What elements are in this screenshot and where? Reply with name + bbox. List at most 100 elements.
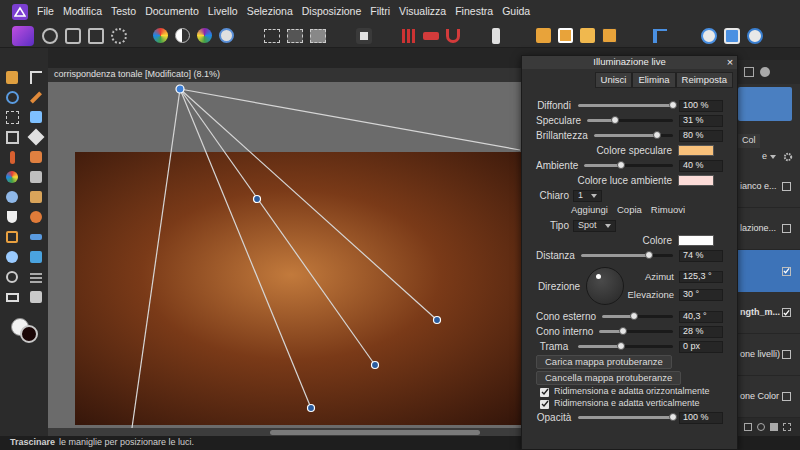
- tool-button[interactable]: [5, 130, 19, 144]
- tool-icon[interactable]: [175, 28, 190, 43]
- slider-knob[interactable]: [617, 161, 625, 169]
- tool-icon[interactable]: [558, 28, 573, 43]
- tool-icon[interactable]: [653, 29, 667, 43]
- tool-icon[interactable]: [310, 29, 326, 43]
- slider-track[interactable]: [602, 315, 673, 318]
- menu-item[interactable]: Finestra: [455, 4, 493, 20]
- tool-button[interactable]: [5, 250, 19, 264]
- slider-knob[interactable]: [669, 101, 677, 109]
- layer-row[interactable]: one Color: [738, 376, 800, 418]
- direction-handle[interactable]: [596, 274, 601, 279]
- menu-item[interactable]: Guida: [502, 4, 530, 20]
- panel-header[interactable]: Illuminazione live×: [522, 56, 737, 69]
- tool-button[interactable]: [5, 110, 19, 124]
- slider-track[interactable]: [581, 254, 673, 257]
- layer-name[interactable]: ianco e...: [740, 180, 777, 194]
- value-field[interactable]: 74 %: [679, 250, 723, 262]
- panel-button[interactable]: Carica mappa protuberanze: [536, 355, 672, 369]
- panel-button[interactable]: Cancella mappa protuberanze: [536, 371, 681, 385]
- layer-visibility-checkbox[interactable]: [782, 267, 791, 276]
- tool-button[interactable]: [5, 70, 19, 84]
- tool-icon[interactable]: [287, 29, 303, 43]
- menu-item[interactable]: Visualizza: [399, 4, 446, 20]
- layer-action-icon[interactable]: [783, 423, 791, 431]
- app-icon[interactable]: [12, 4, 28, 20]
- tool-icon[interactable]: [747, 28, 763, 44]
- tool-icon[interactable]: [264, 29, 280, 43]
- value-field[interactable]: 125,3 °: [679, 271, 723, 283]
- dropdown[interactable]: Spot: [573, 220, 616, 232]
- slider-track[interactable]: [584, 164, 673, 167]
- tool-button[interactable]: [5, 170, 19, 184]
- tool-button[interactable]: [29, 90, 43, 104]
- checkbox-row[interactable]: Ridimensiona e adatta orizzontalmente: [536, 386, 723, 398]
- color-swatch[interactable]: [678, 145, 714, 156]
- menu-item[interactable]: Disposizione: [302, 4, 362, 20]
- layer-action-icon[interactable]: [770, 423, 778, 431]
- layer-row[interactable]: lazione...: [738, 208, 800, 250]
- tool-icon[interactable]: [446, 29, 460, 43]
- menu-item[interactable]: Documento: [145, 4, 199, 20]
- layer-row[interactable]: [738, 250, 800, 292]
- value-field[interactable]: 40,3 °: [679, 311, 723, 323]
- checkbox[interactable]: [540, 400, 549, 409]
- layer-action-icon[interactable]: [744, 423, 752, 431]
- slider-knob[interactable]: [617, 342, 625, 350]
- tool-button[interactable]: [29, 210, 43, 224]
- menu-item[interactable]: Testo: [111, 4, 136, 20]
- text-button[interactable]: Rimuovi: [651, 203, 685, 217]
- layer-name[interactable]: lazione...: [740, 222, 776, 236]
- slider-track[interactable]: [578, 345, 673, 348]
- slider-track[interactable]: [578, 104, 673, 107]
- tool-icon[interactable]: [153, 28, 168, 43]
- tool-button[interactable]: [29, 70, 43, 84]
- tool-icon[interactable]: [423, 32, 439, 40]
- tool-icon[interactable]: [580, 28, 595, 43]
- live-lighting-panel[interactable]: Illuminazione live×UnisciEliminaReimpost…: [521, 55, 738, 450]
- tool-button[interactable]: [29, 150, 43, 164]
- scroll-thumb[interactable]: [270, 430, 480, 435]
- tool-button[interactable]: [5, 150, 19, 164]
- slider-knob[interactable]: [630, 312, 638, 320]
- value-field[interactable]: 100 %: [679, 412, 723, 424]
- slider-knob[interactable]: [653, 131, 661, 139]
- checkbox[interactable]: [540, 388, 549, 397]
- tool-icon[interactable]: [492, 28, 500, 44]
- layer-name[interactable]: one Color: [740, 390, 779, 404]
- text-button[interactable]: Aggiungi: [571, 203, 608, 217]
- panel-icon[interactable]: [744, 67, 754, 77]
- tool-icon[interactable]: [12, 26, 34, 46]
- value-field[interactable]: 40 %: [679, 160, 723, 172]
- menu-item[interactable]: Filtri: [370, 4, 390, 20]
- tool-icon[interactable]: [111, 28, 127, 44]
- slider-knob[interactable]: [669, 413, 677, 421]
- tool-button[interactable]: [5, 190, 19, 204]
- menu-item[interactable]: File: [37, 4, 54, 20]
- layer-row[interactable]: ianco e...: [738, 166, 800, 208]
- layer-visibility-checkbox[interactable]: [782, 392, 791, 401]
- tool-button[interactable]: [29, 190, 43, 204]
- tool-button[interactable]: [5, 270, 19, 284]
- tool-button[interactable]: [5, 90, 19, 104]
- slider-knob[interactable]: [611, 116, 619, 124]
- blend-mode[interactable]: e: [762, 150, 767, 164]
- menu-item[interactable]: Seleziona: [247, 4, 293, 20]
- layer-name[interactable]: one livelli): [740, 348, 780, 362]
- tool-icon[interactable]: [602, 28, 617, 43]
- layer-visibility-checkbox[interactable]: [782, 224, 791, 233]
- tool-icon[interactable]: [536, 28, 551, 43]
- tool-button[interactable]: [29, 290, 43, 304]
- tool-icon[interactable]: [65, 28, 81, 44]
- layer-name[interactable]: ngth_m...: [740, 306, 780, 320]
- value-field[interactable]: 30 °: [679, 289, 723, 301]
- value-field[interactable]: 80 %: [679, 130, 723, 142]
- action-button[interactable]: Elimina: [632, 72, 675, 88]
- slider-knob[interactable]: [645, 251, 653, 259]
- value-field[interactable]: 100 %: [679, 100, 723, 112]
- layer-visibility-checkbox[interactable]: [782, 182, 791, 191]
- tool-button[interactable]: [29, 270, 43, 284]
- tool-button[interactable]: [5, 230, 19, 244]
- tool-button[interactable]: [29, 250, 43, 264]
- tool-icon[interactable]: [42, 28, 58, 44]
- action-button[interactable]: Reimposta: [676, 72, 733, 88]
